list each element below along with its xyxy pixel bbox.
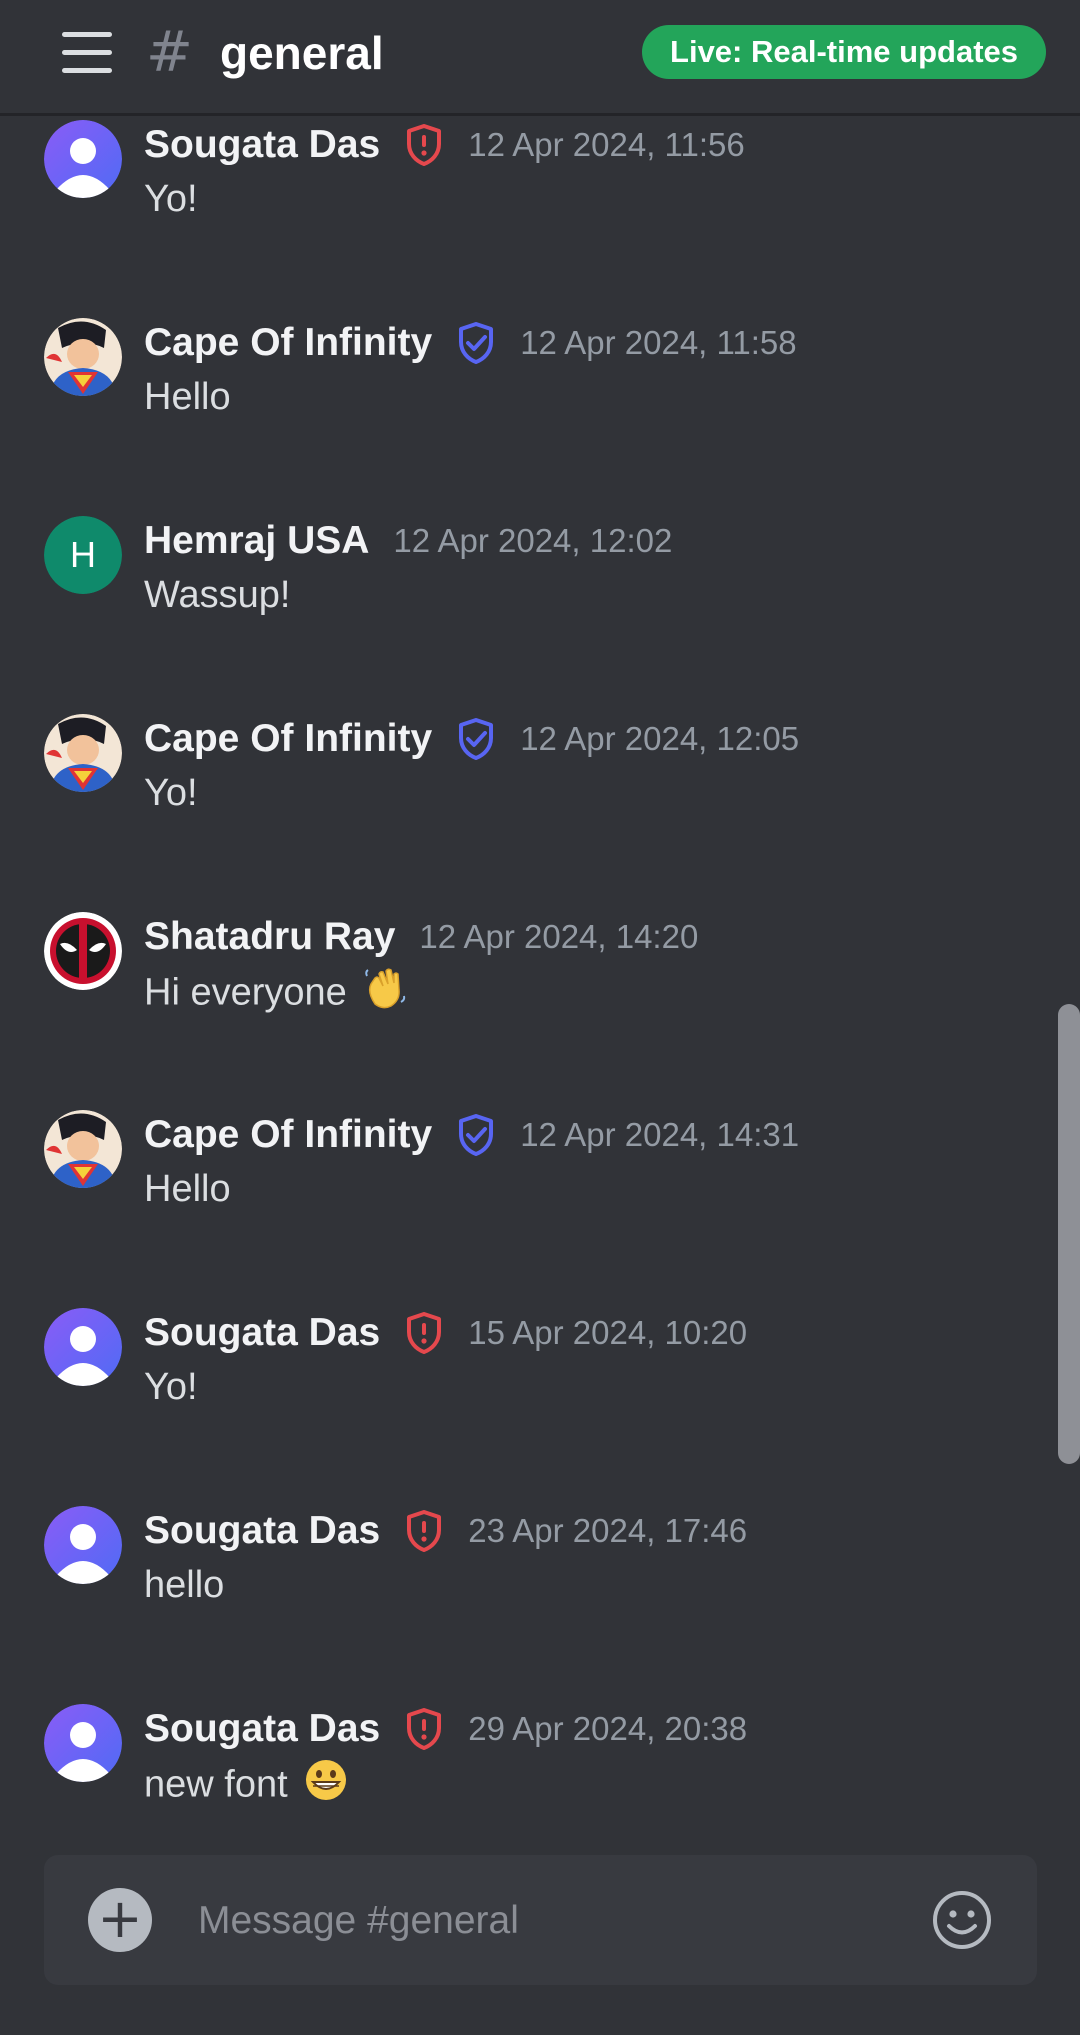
live-status-badge: Live: Real-time updates [642,25,1046,79]
add-attachment-button[interactable]: + [88,1888,152,1952]
scrollbar-thumb[interactable] [1058,1004,1080,1464]
channel-header: # general Live: Real-time updates [0,0,1080,116]
message-author[interactable]: Hemraj USA [144,519,369,563]
message-composer: + [44,1855,1037,1985]
message-author[interactable]: Sougata Das [144,1509,380,1553]
verified-shield-icon [456,716,496,762]
default-user-avatar[interactable] [44,1308,122,1386]
message-item: Sougata Das 12 Apr 2024, 11:56 Yo! [44,116,1004,266]
admin-shield-icon [404,1508,444,1554]
waving-hand-emoji-icon [363,966,407,1023]
message-text: Hello [144,376,231,418]
message-author[interactable]: Cape Of Infinity [144,1113,432,1157]
message-item: Cape Of Infinity 12 Apr 2024, 11:58 Hell… [44,314,1004,464]
emoji-picker-icon[interactable] [931,1889,993,1951]
message-item: Sougata Das 15 Apr 2024, 10:20 Yo! [44,1304,1004,1454]
message-author[interactable]: Shatadru Ray [144,915,395,959]
hash-icon: # [146,20,193,85]
message-timestamp: 12 Apr 2024, 14:20 [419,918,699,955]
message-text: Yo! [144,772,198,814]
message-timestamp: 12 Apr 2024, 11:58 [520,324,797,361]
verified-shield-icon [456,1112,496,1158]
message-text: hello [144,1564,225,1606]
hamburger-menu-icon[interactable] [62,32,112,74]
letter-avatar[interactable]: H [44,516,122,594]
message-item: Cape Of Infinity 12 Apr 2024, 12:05 Yo! [44,710,1004,860]
message-input[interactable] [196,1885,920,1957]
message-timestamp: 15 Apr 2024, 10:20 [468,1314,748,1351]
message-timestamp: 12 Apr 2024, 12:02 [393,522,673,559]
superman-avatar[interactable] [44,714,122,792]
message-item: Cape Of Infinity 12 Apr 2024, 14:31 Hell… [44,1106,1004,1256]
message-text: Yo! [144,178,198,220]
message-author[interactable]: Cape Of Infinity [144,717,432,761]
message-author[interactable]: Sougata Das [144,1311,380,1355]
message-text: Wassup! [144,574,291,616]
superman-avatar[interactable] [44,318,122,396]
message-item: Sougata Das 29 Apr 2024, 20:38 new font [44,1700,1004,1846]
message-timestamp: 23 Apr 2024, 17:46 [468,1512,748,1549]
avatar-letter: H [70,534,96,575]
message-item: Shatadru Ray 12 Apr 2024, 14:20 Hi every… [44,908,1004,1058]
message-timestamp: 12 Apr 2024, 14:31 [520,1116,800,1153]
default-user-avatar[interactable] [44,120,122,198]
message-item: H Hemraj USA 12 Apr 2024, 12:02 Wassup! [44,512,1004,662]
default-user-avatar[interactable] [44,1506,122,1584]
message-item: Sougata Das 23 Apr 2024, 17:46 hello [44,1502,1004,1652]
grinning-face-emoji-icon [304,1758,348,1815]
admin-shield-icon [404,1310,444,1356]
message-author[interactable]: Sougata Das [144,123,380,167]
message-text-container: Hi everyone [144,966,407,1023]
message-author[interactable]: Cape Of Infinity [144,321,432,365]
admin-shield-icon [404,122,444,168]
message-text: new font [144,1763,288,1806]
message-text-container: new font [144,1758,348,1815]
message-text: Yo! [144,1366,198,1408]
message-author[interactable]: Sougata Das [144,1707,380,1751]
verified-shield-icon [456,320,496,366]
message-timestamp: 29 Apr 2024, 20:38 [468,1710,748,1747]
message-text: Hello [144,1168,231,1210]
message-timestamp: 12 Apr 2024, 12:05 [520,720,800,757]
superman-avatar[interactable] [44,1110,122,1188]
deadpool-avatar[interactable] [44,912,122,990]
message-timestamp: 12 Apr 2024, 11:56 [468,126,745,163]
message-text: Hi everyone [144,971,347,1014]
default-user-avatar[interactable] [44,1704,122,1782]
channel-title: general [220,27,384,79]
admin-shield-icon [404,1706,444,1752]
message-list[interactable]: Sougata Das 12 Apr 2024, 11:56 Yo! Cape … [0,116,1080,1846]
